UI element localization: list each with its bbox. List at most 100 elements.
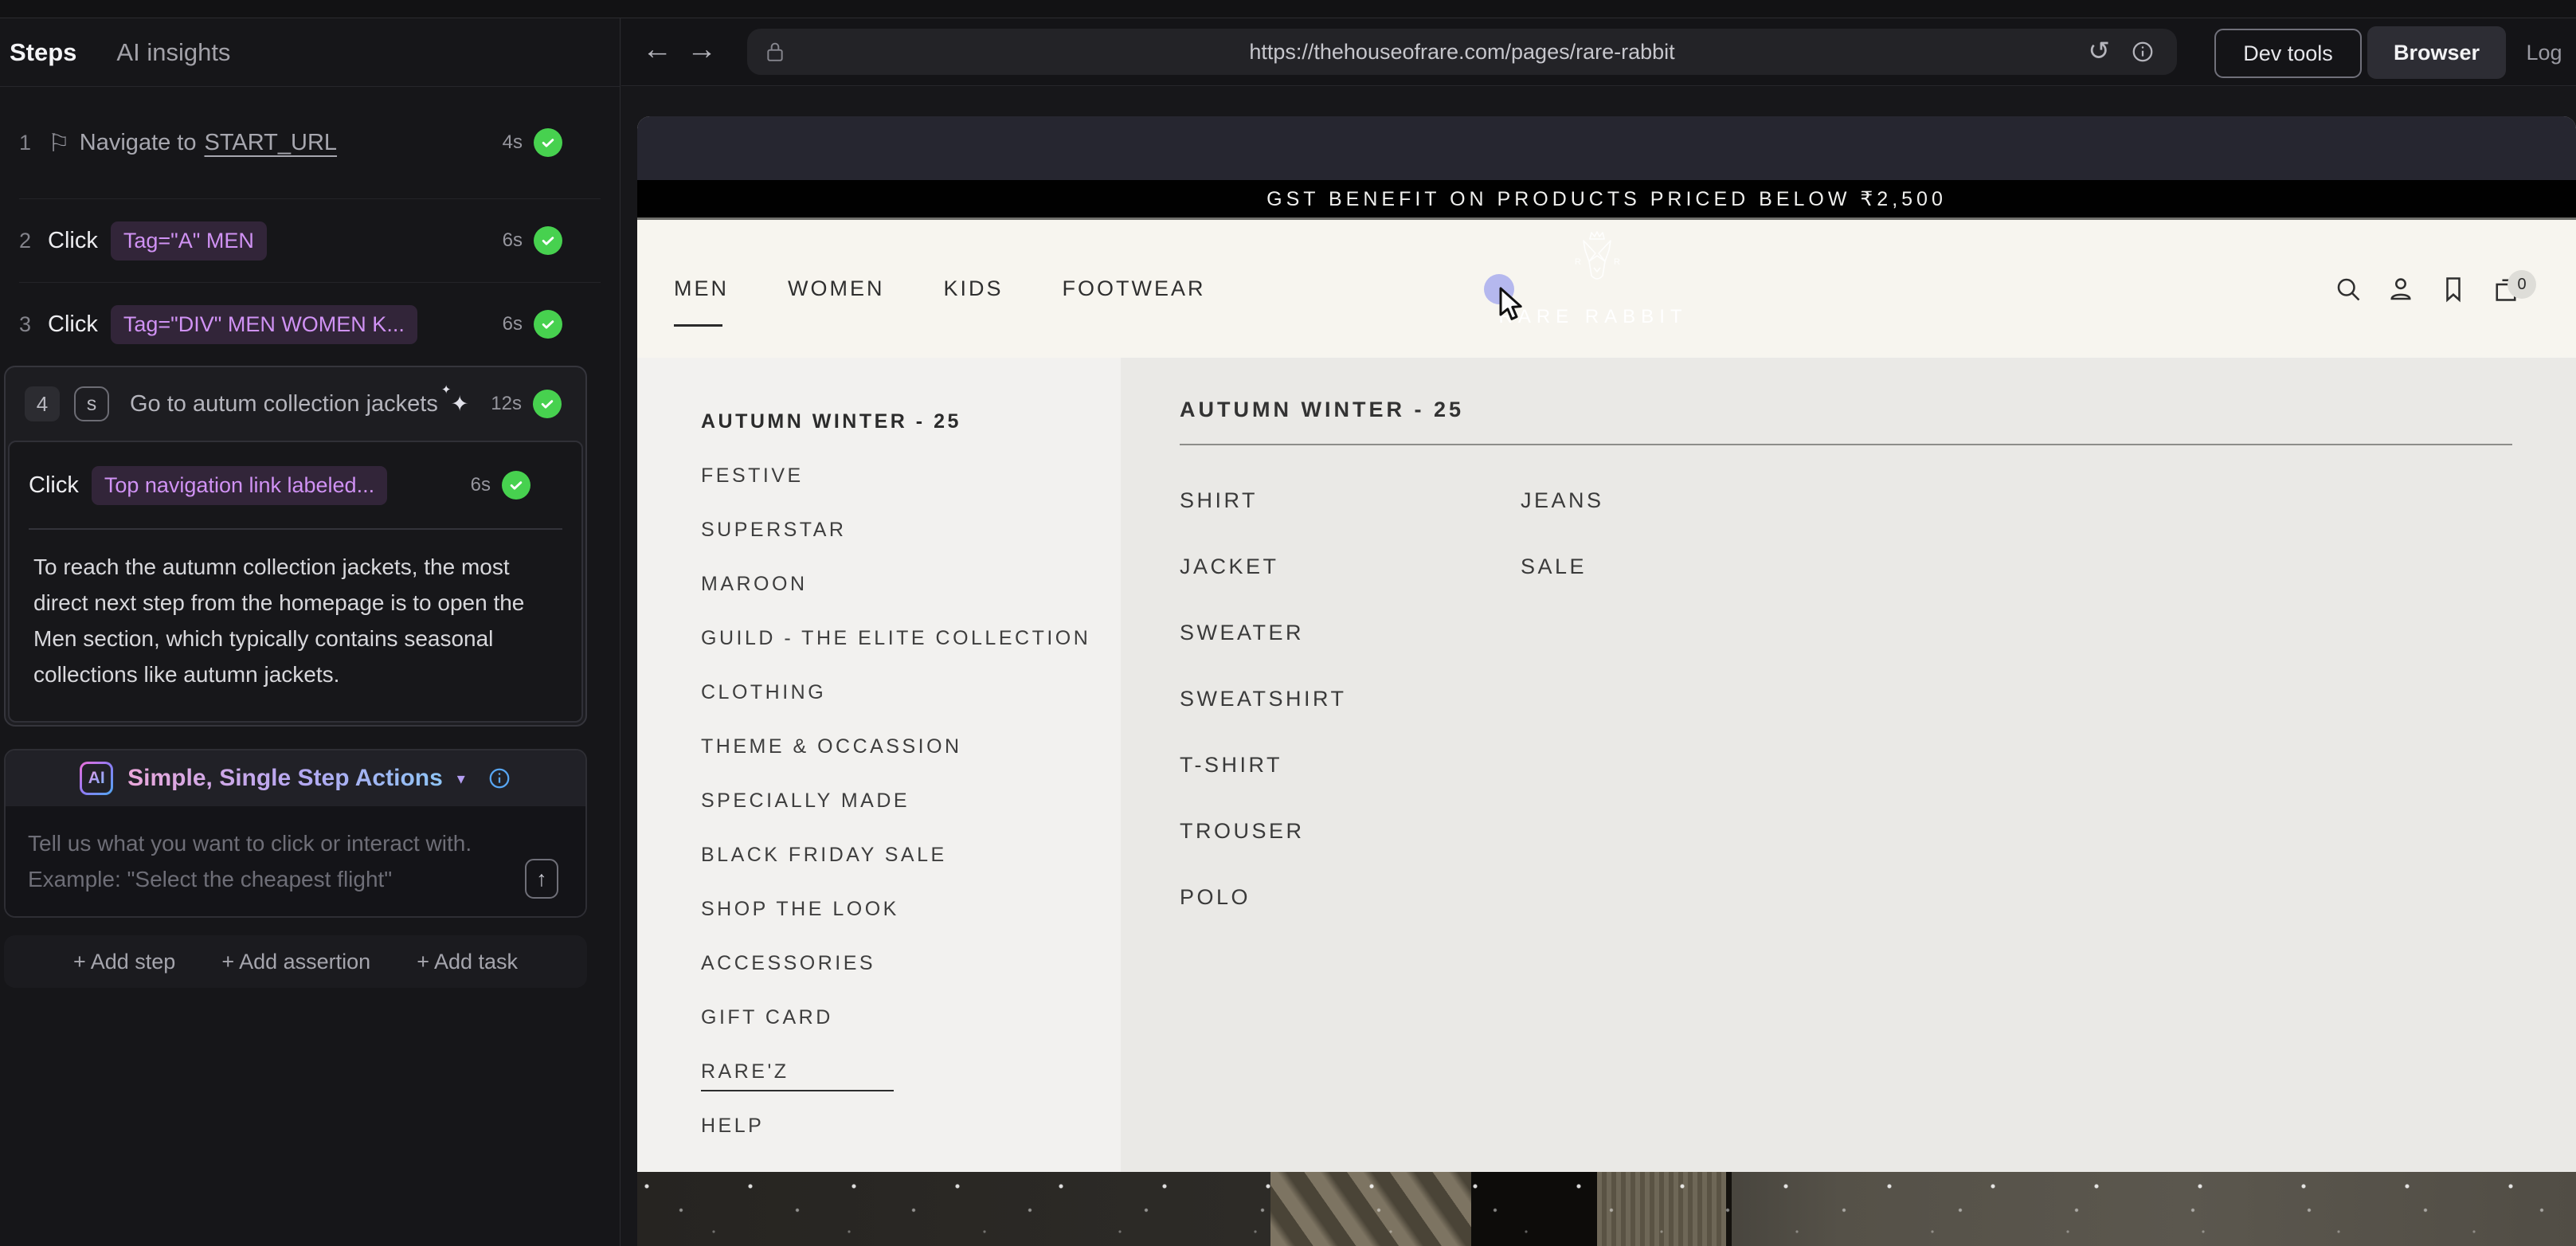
up-arrow-icon: ↑	[536, 867, 547, 891]
menu-category-item[interactable]: RARE'Z	[701, 1044, 1121, 1099]
divider	[1180, 444, 2512, 445]
task-substep-panel: Click Top navigation link labeled... 6s …	[8, 441, 583, 723]
ai-panel-header[interactable]: AI Simple, Single Step Actions ▾	[6, 750, 585, 806]
success-check-icon	[534, 310, 562, 339]
hero-garment-sleeve	[1270, 1172, 1471, 1246]
tab-ai-insights[interactable]: AI insights	[116, 38, 230, 67]
nav-item[interactable]: KIDS	[943, 268, 1003, 309]
hero-garment-edge	[1726, 1172, 1732, 1246]
submenu-item[interactable]: SALE	[1521, 534, 1604, 600]
nav-item[interactable]: WOMEN	[788, 268, 884, 309]
submenu-heading: AUTUMN WINTER - 25	[1180, 398, 2576, 422]
devtools-button[interactable]: Dev tools	[2214, 29, 2362, 78]
step-row-3[interactable]: 3 Click Tag="DIV" MEN WOMEN K... 6s	[0, 283, 620, 366]
start-url-link[interactable]: START_URL	[205, 130, 338, 156]
selector-badge[interactable]: Top navigation link labeled...	[92, 466, 387, 505]
menu-category-item[interactable]: SUPERSTAR	[701, 503, 1121, 557]
add-action-button[interactable]: + Add step	[73, 950, 175, 974]
menu-category-item[interactable]: FESTIVE	[701, 449, 1121, 503]
ai-reasoning-text: To reach the autumn collection jackets, …	[10, 530, 581, 721]
add-action-button[interactable]: + Add task	[417, 950, 518, 974]
step-number: 2	[19, 229, 48, 253]
view-tab-log[interactable]: Log	[2520, 26, 2568, 79]
cart-icon[interactable]: 0	[2492, 275, 2520, 304]
menu-category-item[interactable]: AUTUMN WINTER - 25	[701, 394, 1121, 449]
chevron-down-icon[interactable]: ▾	[457, 769, 465, 789]
menu-category-item[interactable]: GUILD - THE ELITE COLLECTION	[701, 611, 1121, 665]
menu-category-item[interactable]: MAROON	[701, 557, 1121, 611]
submenu-column-2: JEANSSALE	[1521, 468, 1604, 931]
ai-input-area: Tell us what you want to click or intera…	[6, 806, 585, 916]
menu-category-item[interactable]: HELP	[701, 1099, 1121, 1153]
announcement-banner: GST BENEFIT ON PRODUCTS PRICED BELOW ₹2,…	[637, 180, 2576, 217]
submenu-item[interactable]: JACKET	[1180, 534, 1521, 600]
forward-button[interactable]: →	[687, 34, 717, 65]
menu-category-item[interactable]: BLACK FRIDAY SALE	[701, 828, 1121, 882]
step-number-badge: 4	[25, 386, 60, 421]
step-action: Click	[29, 472, 79, 499]
submenu-item[interactable]: POLO	[1180, 864, 1521, 931]
menu-category-item[interactable]: SPECIALLY MADE	[701, 774, 1121, 828]
step-action: Navigate to	[80, 130, 197, 156]
menu-category-item[interactable]: GIFT CARD	[701, 990, 1121, 1044]
nav-item[interactable]: MEN	[674, 268, 729, 309]
tab-steps[interactable]: Steps	[10, 38, 76, 67]
svg-text:R: R	[1575, 257, 1581, 267]
step-action: Click	[48, 228, 98, 254]
substep-row[interactable]: Click Top navigation link labeled... 6s	[10, 442, 581, 528]
task-group-4: 4 s Go to autum collection jackets ✦ ✦ 1…	[4, 366, 587, 727]
url-bar[interactable]: https://thehouseofrare.com/pages/rare-ra…	[747, 29, 2177, 75]
submenu-column-1: SHIRTJACKETSWEATERSWEATSHIRTT-SHIRTTROUS…	[1180, 468, 1521, 931]
step-number: 3	[19, 312, 48, 337]
hero-image	[637, 1172, 2576, 1246]
menu-category-item[interactable]: ACCESSORIES	[701, 936, 1121, 990]
info-icon[interactable]	[487, 766, 511, 790]
task-label: Go to autum collection jackets	[130, 391, 438, 417]
wishlist-bookmark-icon[interactable]	[2439, 275, 2468, 304]
task-group-header[interactable]: 4 s Go to autum collection jackets ✦ ✦ 1…	[6, 367, 585, 441]
selector-badge[interactable]: Tag="A" MEN	[111, 221, 267, 261]
step-number: 1	[19, 131, 48, 155]
menu-category-item[interactable]: CLOTHING	[701, 665, 1121, 719]
step-duration: 6s	[503, 313, 523, 335]
site-header: MENWOMENKIDSFOOTWEAR R R RARE RABBIT	[637, 220, 2576, 358]
submit-button[interactable]: ↑	[525, 859, 558, 899]
submenu-item[interactable]: TROUSER	[1180, 798, 1521, 864]
menu-category-item[interactable]: THEME & OCCASSION	[701, 719, 1121, 774]
submenu-item[interactable]: SHIRT	[1180, 468, 1521, 534]
step-action: Click	[48, 312, 98, 338]
step-row-1[interactable]: 1 ⚐ Navigate to START_URL 4s	[0, 87, 620, 198]
ai-mode-title[interactable]: Simple, Single Step Actions	[127, 765, 443, 792]
page-top-band	[637, 116, 2576, 180]
submenu-item[interactable]: SWEATSHIRT	[1180, 666, 1521, 732]
selector-badge[interactable]: Tag="DIV" MEN WOMEN K...	[111, 305, 417, 344]
url-text[interactable]: https://thehouseofrare.com/pages/rare-ra…	[747, 40, 2177, 65]
menu-category-item[interactable]: SHOP THE LOOK	[701, 882, 1121, 936]
view-tab-browser[interactable]: Browser	[2367, 26, 2506, 79]
nav-item[interactable]: FOOTWEAR	[1063, 268, 1206, 309]
add-action-button[interactable]: + Add assertion	[221, 950, 370, 974]
hero-garment-coat	[1471, 1172, 1597, 1246]
search-icon[interactable]	[2334, 275, 2363, 304]
account-icon[interactable]	[2386, 275, 2415, 304]
success-check-icon	[502, 471, 530, 500]
submenu-item[interactable]: SWEATER	[1180, 600, 1521, 666]
mega-menu-categories: AUTUMN WINTER - 25FESTIVESUPERSTARMAROON…	[637, 358, 1121, 1172]
submenu-item[interactable]: JEANS	[1521, 468, 1604, 534]
app-window: Steps AI insights 1 ⚐ Navigate to START_…	[0, 0, 2576, 1246]
browser-toolbar: ← → https://thehouseofrare.com/pages/rar…	[621, 18, 2576, 86]
mouse-cursor-icon	[1496, 287, 1529, 323]
site-nav: MEN WOMEN KIDS FOOTWEAR	[674, 220, 1206, 358]
header-icons: 0	[2334, 275, 2520, 304]
success-check-icon	[533, 390, 562, 418]
page-info-icon[interactable]	[2131, 40, 2155, 64]
svg-text:R: R	[1614, 257, 1620, 267]
rare-rabbit-logo-icon[interactable]: R R	[1553, 229, 1641, 306]
ai-instruction-input[interactable]: Tell us what you want to click or intera…	[6, 806, 512, 916]
reload-icon[interactable]: ↺	[2088, 35, 2110, 66]
window-title-bar	[0, 0, 2576, 18]
back-button[interactable]: ←	[642, 34, 672, 65]
submenu-item[interactable]: T-SHIRT	[1180, 732, 1521, 798]
step-row-2[interactable]: 2 Click Tag="A" MEN 6s	[0, 199, 620, 282]
ai-action-panel: AI Simple, Single Step Actions ▾ Tell us…	[4, 749, 587, 918]
